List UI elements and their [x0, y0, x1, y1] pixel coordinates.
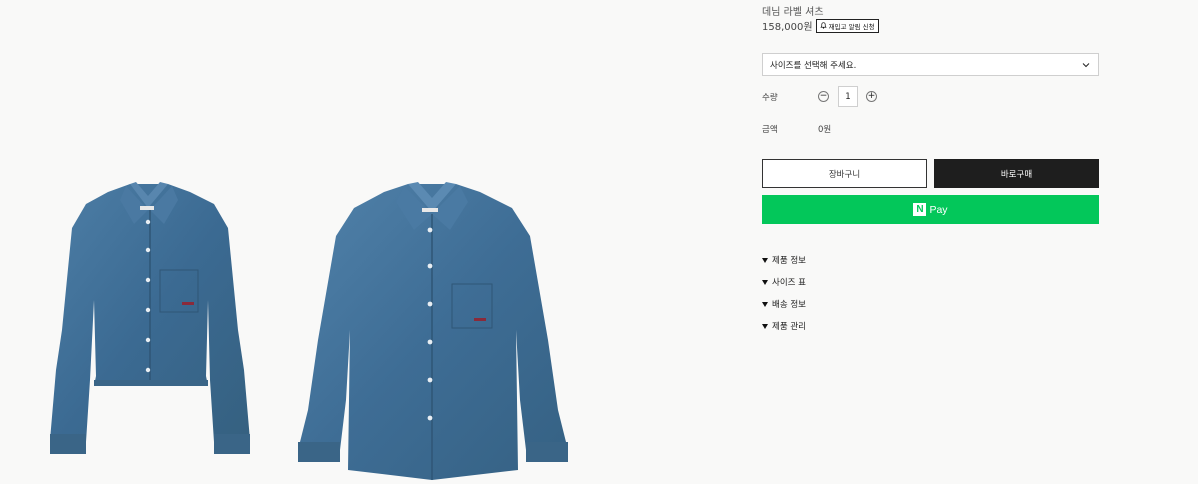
cropped-denim-shirt-image[interactable] [38, 180, 262, 460]
naver-pay-logo-icon: N [913, 203, 927, 216]
buy-now-button[interactable]: 바로구매 [934, 159, 1099, 188]
accordion-item-size-chart[interactable]: 사이즈 표 [762, 271, 806, 293]
add-to-cart-button[interactable]: 장바구니 [762, 159, 927, 188]
quantity-decrease-button[interactable]: − [818, 91, 829, 102]
accordion-label: 제품 관리 [772, 322, 806, 332]
restock-alert-label: 재입고 알림 신청 [828, 22, 875, 31]
triangle-down-icon [762, 302, 768, 307]
product-price: 158,000원 [762, 22, 813, 33]
triangle-down-icon [762, 258, 768, 263]
naver-pay-button[interactable]: N Pay [762, 195, 1099, 224]
size-select[interactable]: 사이즈를 선택해 주세요. [762, 53, 1099, 76]
restock-alert-button[interactable]: 재입고 알림 신청 [815, 18, 879, 33]
accordion-item-product-care[interactable]: 제품 관리 [762, 315, 806, 337]
naver-pay-label: Pay [929, 203, 948, 216]
size-select-placeholder: 사이즈를 선택해 주세요. [770, 60, 857, 71]
price-row: 158,000원 재입고 알림 신청 [762, 18, 879, 33]
accordion-item-shipping-info[interactable]: 배송 정보 [762, 293, 806, 315]
accordion-label: 제품 정보 [772, 256, 806, 266]
accordion-label: 배송 정보 [772, 300, 806, 310]
quantity-increase-button[interactable]: + [866, 91, 877, 102]
amount-label: 금액 [762, 125, 778, 135]
quantity-label: 수량 [762, 93, 778, 103]
product-title: 데님 라벨 셔츠 [762, 7, 824, 18]
bell-icon [819, 22, 827, 29]
triangle-down-icon [762, 324, 768, 329]
long-denim-shirt-image[interactable] [292, 180, 574, 484]
product-info-accordion: 제품 정보 사이즈 표 배송 정보 제품 관리 [762, 249, 806, 337]
chevron-down-icon [1082, 63, 1090, 68]
product-images [0, 0, 740, 484]
accordion-label: 사이즈 표 [772, 278, 806, 288]
triangle-down-icon [762, 280, 768, 285]
accordion-item-product-info[interactable]: 제품 정보 [762, 249, 806, 271]
amount-value: 0원 [818, 125, 832, 135]
quantity-input[interactable] [838, 86, 858, 107]
